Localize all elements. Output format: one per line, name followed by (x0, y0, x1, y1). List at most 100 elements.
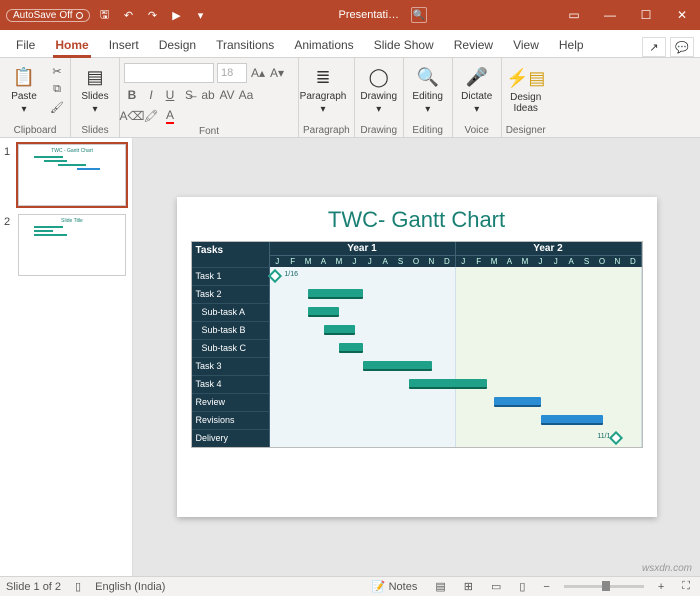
bold-button[interactable]: B (124, 86, 140, 104)
close-icon[interactable]: ✕ (664, 0, 700, 30)
design-ideas-button[interactable]: ⚡▤ Design Ideas (506, 60, 546, 120)
group-editing: 🔍 Editing ▾ Editing (404, 58, 453, 137)
status-bar: Slide 1 of 2 ▯ English (India) 📝Notes ▤ … (0, 576, 700, 596)
search-icon[interactable]: 🔍 (411, 7, 427, 23)
underline-button[interactable]: U (162, 86, 178, 104)
editor-main: 1TWC - Gantt Chart2Slide Title TWC- Gant… (0, 138, 700, 576)
change-case-icon[interactable]: Aa (238, 86, 254, 104)
task-label: Task 1 (192, 267, 270, 285)
thumb-number: 2 (4, 214, 14, 276)
task-label: Revisions (192, 411, 270, 429)
editing-button[interactable]: 🔍 Editing ▾ (408, 60, 448, 120)
slide-thumbnail[interactable]: Slide Title (18, 214, 126, 276)
chevron-down-icon: ▾ (425, 104, 430, 115)
group-designer: ⚡▤ Design Ideas Designer (502, 58, 550, 137)
gantt-bar (494, 397, 541, 407)
italic-button[interactable]: I (143, 86, 159, 104)
autosave-label: AutoSave (13, 10, 56, 21)
gantt-bar (363, 361, 433, 371)
paragraph-button[interactable]: ≣ Paragraph ▾ (303, 60, 343, 120)
font-size-select[interactable]: 18 (217, 63, 247, 83)
strikethrough-button[interactable]: S̶ (181, 86, 197, 104)
slide[interactable]: TWC- Gantt Chart TasksYear 1JFMAMJJASOND… (177, 197, 657, 517)
group-label-font: Font (124, 125, 294, 137)
start-slideshow-icon[interactable]: ▶ (168, 6, 186, 24)
undo-icon[interactable]: ↶ (120, 6, 138, 24)
fit-window-icon[interactable]: ⛶ (678, 580, 694, 593)
zoom-out-icon[interactable]: − (539, 581, 553, 593)
gantt-row: Delivery11/1 (192, 429, 642, 447)
sorter-view-icon[interactable]: ⊞ (460, 580, 477, 593)
zoom-slider[interactable] (564, 585, 644, 588)
titlebar: AutoSave Off 🖫 ↶ ↷ ▶ ▾ Presentati… 🔍 ▭ —… (0, 0, 700, 30)
drawing-button[interactable]: ◯ Drawing ▾ (359, 60, 399, 120)
format-painter-icon[interactable]: 🖌 (48, 99, 66, 115)
dictate-button[interactable]: 🎤 Dictate ▾ (457, 60, 497, 120)
ribbon-options-icon[interactable]: ▭ (556, 0, 592, 30)
toggle-knob-icon (76, 12, 83, 19)
notes-button[interactable]: 📝Notes (368, 580, 421, 593)
milestone-label: 1/16 (284, 271, 298, 278)
minimize-icon[interactable]: — (592, 0, 628, 30)
slides-button[interactable]: ▤ Slides ▾ (75, 60, 115, 120)
decrease-font-icon[interactable]: A▾ (269, 64, 285, 82)
task-label: Review (192, 393, 270, 411)
group-slides: ▤ Slides ▾ Slides (71, 58, 120, 137)
maximize-icon[interactable]: ☐ (628, 0, 664, 30)
gantt-bar (339, 343, 362, 353)
group-label-editing: Editing (408, 124, 448, 136)
shadow-button[interactable]: ab (200, 86, 216, 104)
tab-insert[interactable]: Insert (99, 32, 149, 57)
tab-view[interactable]: View (503, 32, 549, 57)
increase-font-icon[interactable]: A▴ (250, 64, 266, 82)
share-icon[interactable]: ↗ (642, 37, 666, 57)
qat-more-icon[interactable]: ▾ (192, 6, 210, 24)
tab-transitions[interactable]: Transitions (206, 32, 284, 57)
group-label-paragraph: Paragraph (303, 124, 350, 136)
paste-button[interactable]: 📋 Paste ▾ (4, 60, 44, 120)
language-label[interactable]: English (India) (95, 581, 165, 593)
copy-icon[interactable]: ⧉ (48, 81, 66, 97)
tab-review[interactable]: Review (444, 32, 503, 57)
tab-home[interactable]: Home (45, 32, 98, 57)
slide-canvas-area[interactable]: TWC- Gantt Chart TasksYear 1JFMAMJJASOND… (133, 138, 700, 576)
task-label: Sub-task A (192, 303, 270, 321)
font-color-icon[interactable]: A (162, 107, 178, 125)
reading-view-icon[interactable]: ▭ (487, 580, 505, 593)
clear-format-icon[interactable]: A⌫ (124, 107, 140, 125)
char-spacing-icon[interactable]: AV (219, 86, 235, 104)
zoom-in-icon[interactable]: + (654, 581, 668, 593)
gantt-row: Sub-task C (192, 339, 642, 357)
gantt-chart[interactable]: TasksYear 1JFMAMJJASONDYear 2JFMAMJJASON… (191, 241, 643, 448)
accessibility-icon[interactable]: ▯ (71, 580, 85, 593)
new-slide-icon: ▤ (83, 65, 107, 89)
font-name-select[interactable] (124, 63, 214, 83)
gantt-bar (409, 379, 487, 389)
gantt-row: Review (192, 393, 642, 411)
comments-icon[interactable]: 💬 (670, 37, 694, 57)
save-icon[interactable]: 🖫 (96, 6, 114, 24)
slideshow-view-icon[interactable]: ▯ (515, 580, 529, 593)
slide-title[interactable]: TWC- Gantt Chart (177, 207, 657, 233)
tab-slide-show[interactable]: Slide Show (364, 32, 444, 57)
group-voice: 🎤 Dictate ▾ Voice (453, 58, 502, 137)
slide-thumbnail[interactable]: TWC - Gantt Chart (18, 144, 126, 206)
slide-thumbnail-panel[interactable]: 1TWC - Gantt Chart2Slide Title (0, 138, 133, 576)
tab-file[interactable]: File (6, 32, 45, 57)
chevron-down-icon: ▾ (376, 104, 381, 115)
mic-icon: 🎤 (465, 65, 489, 89)
autosave-toggle[interactable]: AutoSave Off (6, 9, 90, 22)
tab-design[interactable]: Design (149, 32, 206, 57)
gantt-row: Sub-task A (192, 303, 642, 321)
shapes-icon: ◯ (367, 65, 391, 89)
normal-view-icon[interactable]: ▤ (431, 580, 449, 593)
chevron-down-icon: ▾ (92, 104, 97, 115)
gantt-bar (308, 307, 339, 317)
ribbon-tabs: FileHomeInsertDesignTransitionsAnimation… (0, 30, 700, 58)
tab-animations[interactable]: Animations (284, 32, 363, 57)
redo-icon[interactable]: ↷ (144, 6, 162, 24)
cut-icon[interactable]: ✂ (48, 63, 66, 79)
tab-help[interactable]: Help (549, 32, 594, 57)
gantt-bar (541, 415, 603, 425)
highlight-icon[interactable]: 🖍 (143, 107, 159, 125)
